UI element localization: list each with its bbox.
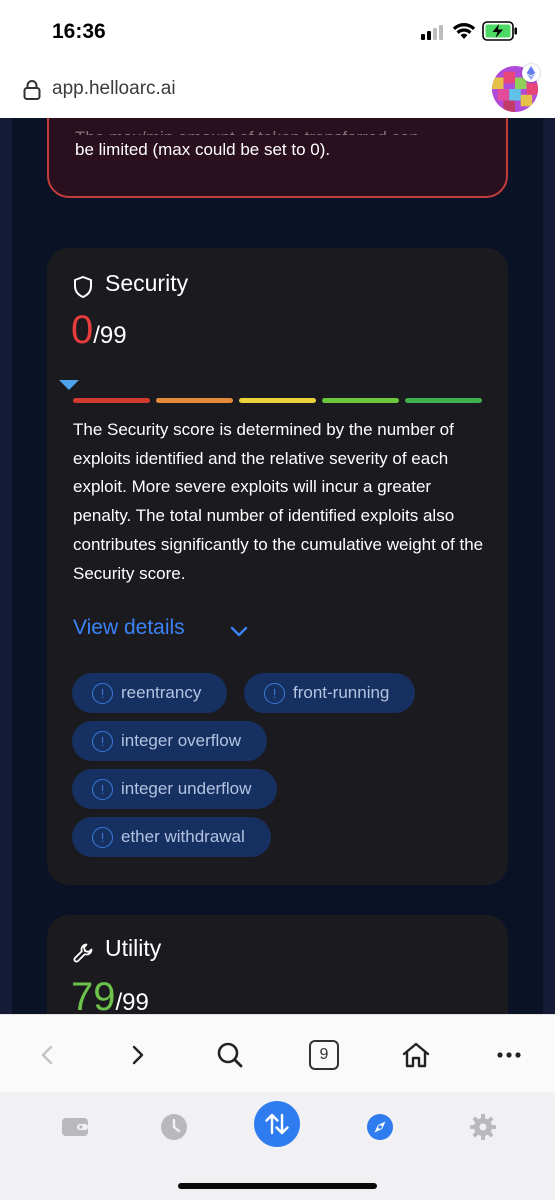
lock-icon — [23, 80, 41, 100]
score-marker-icon — [59, 380, 79, 390]
home-button[interactable] — [396, 1035, 436, 1075]
utility-score: 79/99 — [71, 975, 149, 1014]
security-score-value: 0 — [71, 308, 94, 352]
exploit-tag-front-running[interactable]: ! front-running — [244, 673, 416, 713]
shield-icon — [74, 276, 92, 298]
exploit-tag-reentrancy[interactable]: ! reentrancy — [72, 673, 228, 713]
wrench-icon — [73, 943, 93, 963]
exploit-tag-label: integer underflow — [121, 779, 252, 798]
exploit-tag-label: reentrancy — [121, 683, 202, 702]
utility-score-value: 79 — [71, 975, 116, 1014]
compass-icon — [367, 1114, 393, 1140]
severity-bar-5 — [405, 398, 482, 403]
more-icon — [497, 1052, 521, 1058]
warning-text-line2: be limited (max could be set to 0). — [75, 140, 331, 159]
exploit-tag-integer-underflow[interactable]: ! integer underflow — [72, 769, 278, 809]
alert-circle-icon: ! — [92, 778, 113, 800]
forward-button[interactable] — [118, 1035, 158, 1075]
tabs-button[interactable]: 9 — [304, 1035, 344, 1075]
exploit-tag-integer-overflow[interactable]: ! integer overflow — [72, 721, 268, 761]
exploit-tag-ether-withdrawal[interactable]: ! ether withdrawal — [72, 817, 271, 857]
page-side-border-right — [543, 118, 555, 1014]
battery-charging-icon — [482, 21, 517, 41]
severity-bar-4 — [322, 398, 399, 403]
url-text[interactable]: app.helloarc.ai — [52, 78, 176, 100]
nav-wallet[interactable] — [53, 1105, 97, 1149]
warning-text: The max/min amount of token transferred … — [75, 123, 485, 164]
swap-arrows-icon — [254, 1101, 300, 1147]
cellular-signal-icon — [421, 24, 447, 40]
back-button[interactable] — [27, 1035, 67, 1075]
severity-bar-2 — [156, 398, 233, 403]
exploit-tag-label: front-running — [293, 683, 390, 702]
nav-settings[interactable] — [461, 1105, 505, 1149]
browser-toolbar: 9 — [0, 1014, 555, 1092]
chevron-left-icon — [41, 1045, 53, 1065]
browser-address-bar[interactable]: app.helloarc.ai — [0, 62, 555, 118]
wallet-icon — [62, 1118, 88, 1136]
utility-card: Utility 79/99 — [47, 915, 508, 1014]
clock-icon — [161, 1114, 187, 1140]
nav-history[interactable] — [152, 1105, 196, 1149]
alert-circle-icon: ! — [264, 682, 285, 704]
chevron-right-icon — [132, 1045, 144, 1065]
utility-title: Utility — [105, 935, 162, 961]
security-score-max: /99 — [93, 322, 127, 349]
status-bar: 16:36 — [0, 0, 555, 62]
security-score: 0/99 — [71, 308, 127, 353]
home-indicator — [178, 1183, 377, 1189]
tab-count: 9 — [309, 1040, 339, 1070]
wifi-icon — [452, 23, 476, 39]
exploit-tag-label: integer overflow — [121, 731, 242, 750]
more-button[interactable] — [489, 1035, 529, 1075]
nav-explore[interactable] — [358, 1105, 402, 1149]
alert-circle-icon: ! — [92, 826, 113, 848]
warning-text-line1: The max/min amount of token transferred … — [75, 123, 485, 135]
security-description: The Security score is determined by the … — [73, 420, 484, 583]
alert-circle-icon: ! — [92, 682, 113, 704]
warning-card: The max/min amount of token transferred … — [47, 118, 508, 198]
status-time: 16:36 — [52, 20, 106, 43]
severity-bar-1 — [73, 398, 150, 403]
ethereum-network-icon — [522, 64, 540, 82]
search-icon — [217, 1042, 243, 1068]
exploit-tag-label: ether withdrawal — [121, 827, 245, 846]
alert-circle-icon: ! — [92, 730, 113, 752]
severity-bar-3 — [239, 398, 316, 403]
home-icon — [402, 1042, 430, 1068]
search-button[interactable] — [210, 1035, 250, 1075]
page-side-border-left — [0, 118, 12, 1014]
gear-icon — [470, 1114, 496, 1140]
page-content: The max/min amount of token transferred … — [0, 118, 555, 1014]
security-card: Security 0/99 The Security score is dete… — [47, 248, 508, 885]
utility-score-max: /99 — [115, 989, 149, 1014]
security-title: Security — [105, 270, 189, 296]
nav-swap[interactable] — [253, 1100, 301, 1148]
view-details-link[interactable]: View details — [73, 616, 185, 640]
chevron-down-icon[interactable] — [229, 626, 249, 638]
